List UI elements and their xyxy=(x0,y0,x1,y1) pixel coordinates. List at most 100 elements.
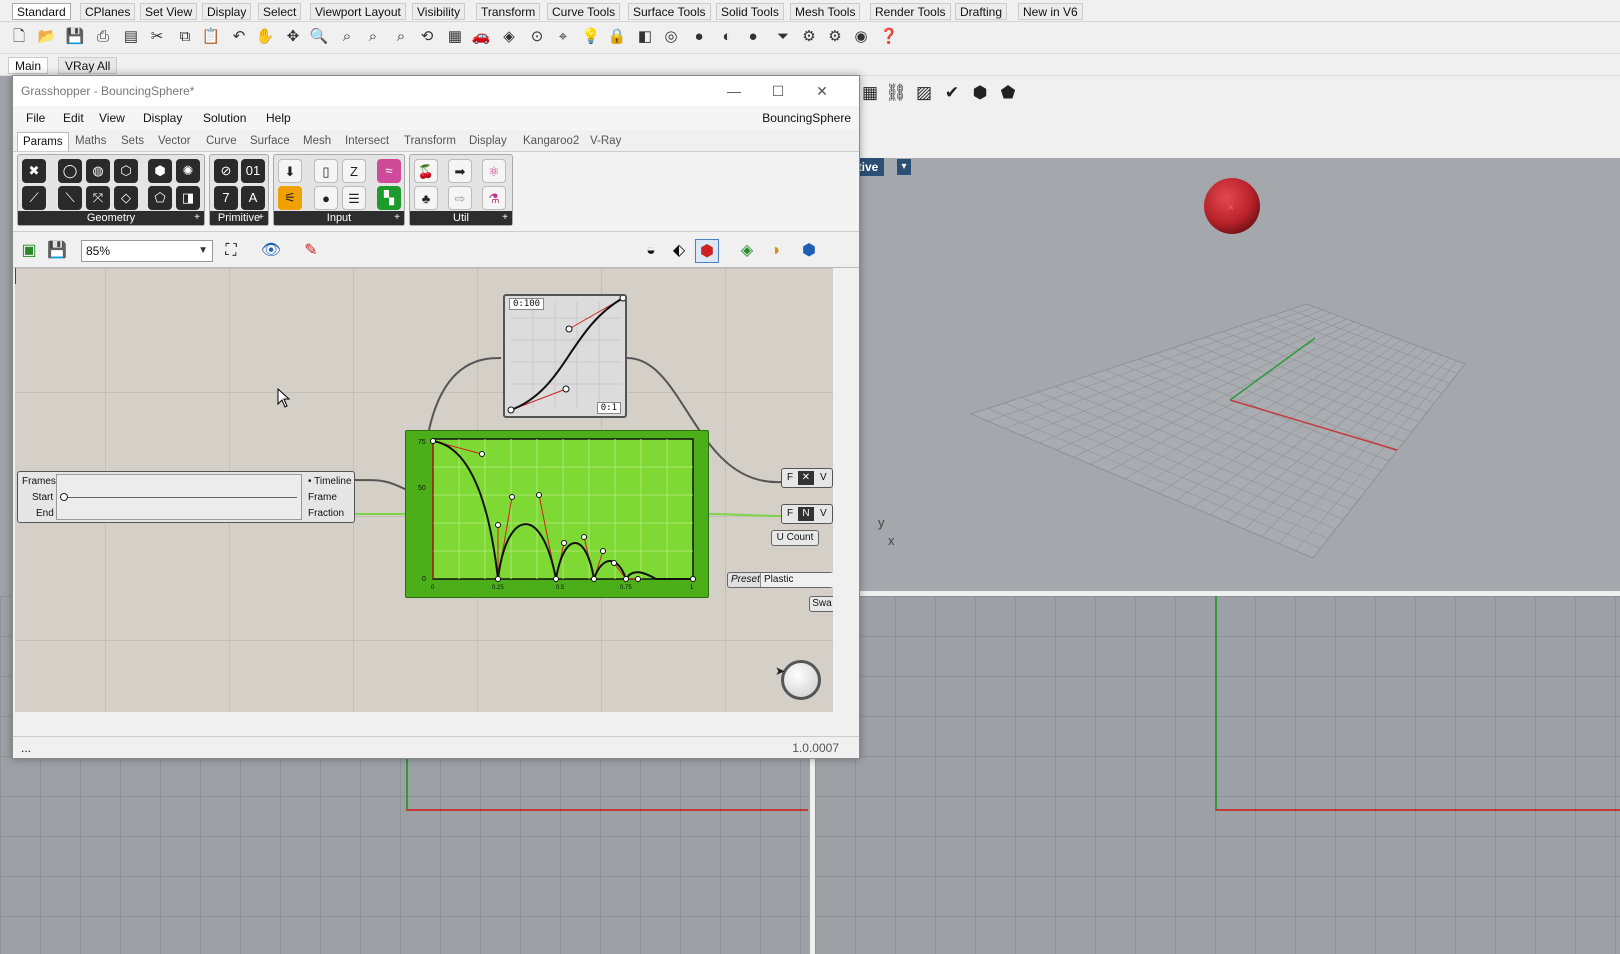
paste-icon[interactable]: 📋 xyxy=(200,26,222,48)
document-icon[interactable]: ▨ xyxy=(912,81,936,105)
gradient-icon[interactable]: ≈ xyxy=(377,159,401,183)
preview-shaded-icon[interactable]: ⬖ xyxy=(667,239,691,263)
zoom-extents-icon[interactable]: ⌕ xyxy=(362,26,384,48)
tab-visibility[interactable]: Visibility xyxy=(412,3,466,20)
zoom-selected-icon[interactable]: ⌕ xyxy=(390,26,412,48)
swap-button[interactable]: Swa xyxy=(809,596,833,612)
globe-icon[interactable]: ◉ xyxy=(850,26,872,48)
point-param-icon[interactable]: ◇ xyxy=(114,186,138,210)
menu-file[interactable]: File xyxy=(26,111,45,125)
port-timeline[interactable]: • Timeline xyxy=(308,476,352,487)
port-start[interactable]: Start xyxy=(32,492,53,503)
menu-display[interactable]: Display xyxy=(143,111,182,125)
material-sphere-icon[interactable]: ● xyxy=(688,26,710,48)
mesh-param-icon[interactable]: ✺ xyxy=(176,159,200,183)
timeline-slider-handle[interactable] xyxy=(60,493,68,501)
undo-icon[interactable]: ↶ xyxy=(228,26,250,48)
component-f-v-2[interactable]: F N V xyxy=(781,504,833,524)
help-icon[interactable]: ❓ xyxy=(878,26,900,48)
tab-drafting[interactable]: Drafting xyxy=(955,3,1008,20)
tab-transform[interactable]: Transform xyxy=(399,132,461,151)
port-v2[interactable]: V xyxy=(820,508,827,519)
circle-param-icon[interactable]: ◯ xyxy=(58,159,82,183)
eye-preview-icon[interactable]: 👁 xyxy=(259,239,283,263)
menu-edit[interactable]: Edit xyxy=(63,111,84,125)
save-icon[interactable]: 💾 xyxy=(64,26,86,48)
check-icon[interactable]: ✔ xyxy=(940,81,964,105)
open-folder-icon[interactable]: 📂 xyxy=(36,26,58,48)
copy-icon[interactable]: ⧉ xyxy=(174,26,196,48)
tab-select[interactable]: Select xyxy=(258,3,302,20)
render-sphere-icon[interactable]: ◐ xyxy=(716,26,738,48)
light-bulb-icon[interactable]: 💡 xyxy=(580,26,602,48)
tab-viewport-layout[interactable]: Viewport Layout xyxy=(310,3,406,20)
pan-hand-icon[interactable]: ✋ xyxy=(254,26,276,48)
gh-title-bar[interactable]: Grasshopper - BouncingSphere* — ☐ ✕ xyxy=(13,76,859,106)
tab-main[interactable]: Main xyxy=(8,57,49,74)
cut-icon[interactable]: ✂ xyxy=(146,26,168,48)
tab-kangaroo2[interactable]: Kangaroo2 xyxy=(518,132,584,151)
integer-param-icon[interactable]: 01 xyxy=(241,159,265,183)
arrow-outline-icon[interactable]: ⇨ xyxy=(448,186,472,210)
port-f1[interactable]: F xyxy=(787,472,793,483)
timeline-component[interactable]: Frames Start End • Timeline Frame Fracti… xyxy=(17,471,355,523)
timeline-slider[interactable] xyxy=(56,474,302,520)
tab-maths[interactable]: Maths xyxy=(70,132,111,151)
port-end[interactable]: End xyxy=(36,508,54,519)
port-fraction[interactable]: Fraction xyxy=(308,508,344,519)
arrow-right-icon[interactable]: ➡ xyxy=(448,159,472,183)
env-sphere-icon[interactable]: ● xyxy=(742,26,764,48)
history-icon[interactable]: ⛓ xyxy=(884,81,908,105)
menu-view[interactable]: View xyxy=(99,111,125,125)
document-preview-icon[interactable]: ◈ xyxy=(735,239,759,263)
boolean-param-icon[interactable]: ⊘ xyxy=(214,159,238,183)
u-count-port[interactable]: U Count xyxy=(771,530,819,546)
sketch-pen-icon[interactable]: ✎ xyxy=(299,239,323,263)
flask-icon[interactable]: ⚗ xyxy=(482,186,506,210)
point-icon[interactable]: ⊙ xyxy=(526,26,548,48)
document-name[interactable]: BouncingSphere xyxy=(762,111,851,125)
minimize-icon[interactable]: — xyxy=(721,80,747,102)
sweep-icon[interactable]: ⬟ xyxy=(996,81,1020,105)
port-frames[interactable]: Frames xyxy=(22,476,56,487)
preset-value[interactable]: Plastic xyxy=(760,573,833,587)
options-gear-icon[interactable]: ⚙ xyxy=(798,26,820,48)
tab-display[interactable]: Display xyxy=(202,3,252,20)
text-param-icon[interactable]: A xyxy=(241,186,265,210)
preview-settings-icon[interactable]: ◑ xyxy=(763,239,787,263)
menu-help[interactable]: Help xyxy=(266,111,291,125)
port-f2[interactable]: F xyxy=(787,508,793,519)
canvas-navigation-widget[interactable] xyxy=(781,660,821,700)
button-icon[interactable]: ● xyxy=(314,186,338,210)
graph-mapper-bounce[interactable]: 75 50 0 0 0.25 0.5 0.75 1 xyxy=(405,430,709,598)
open-file-icon[interactable]: ▣ xyxy=(17,239,41,263)
component-f-v-1[interactable]: F ✕ V xyxy=(781,468,833,488)
number-param-icon[interactable]: 7 xyxy=(214,186,238,210)
solid-icon[interactable]: ⬢ xyxy=(968,81,992,105)
surface-param-icon[interactable]: ⬠ xyxy=(148,186,172,210)
import-icon[interactable]: ⬇ xyxy=(278,159,302,183)
tab-mesh-tools[interactable]: Mesh Tools xyxy=(790,3,861,20)
plane-param-icon[interactable]: ⤧ xyxy=(86,186,110,210)
car-icon[interactable]: 🚗 xyxy=(470,26,492,48)
tab-vector[interactable]: Vector xyxy=(153,132,196,151)
tab-surface[interactable]: Surface xyxy=(245,132,295,151)
value-list-icon[interactable]: ☰ xyxy=(342,186,366,210)
tab-surface-tools[interactable]: Surface Tools xyxy=(628,3,711,20)
tab-display[interactable]: Display xyxy=(464,132,512,151)
tab-standard[interactable]: Standard xyxy=(12,3,71,20)
boolean-toggle-icon[interactable]: Z xyxy=(342,159,366,183)
rotate-view-icon[interactable]: ⟲ xyxy=(416,26,438,48)
cherry-icon[interactable]: 🍒 xyxy=(414,159,438,183)
tab-set-view[interactable]: Set View xyxy=(140,3,198,20)
tree-icon[interactable]: ♣ xyxy=(414,186,438,210)
preset-component[interactable]: Preset Plastic xyxy=(727,572,833,588)
zoom-icon[interactable]: 🔍 xyxy=(308,26,330,48)
preview-selected-icon[interactable]: ⬢ xyxy=(695,239,719,263)
layers-icon[interactable]: ◧ xyxy=(634,26,656,48)
brep-param-icon[interactable]: ⬢ xyxy=(148,159,172,183)
gh-canvas[interactable]: Frames Start End • Timeline Frame Fracti… xyxy=(15,268,833,712)
box-param-icon[interactable]: ⬡ xyxy=(114,159,138,183)
tab-mesh[interactable]: Mesh xyxy=(298,132,336,151)
graph-mapper-bezier[interactable]: 0:100 0:1 xyxy=(503,294,627,418)
